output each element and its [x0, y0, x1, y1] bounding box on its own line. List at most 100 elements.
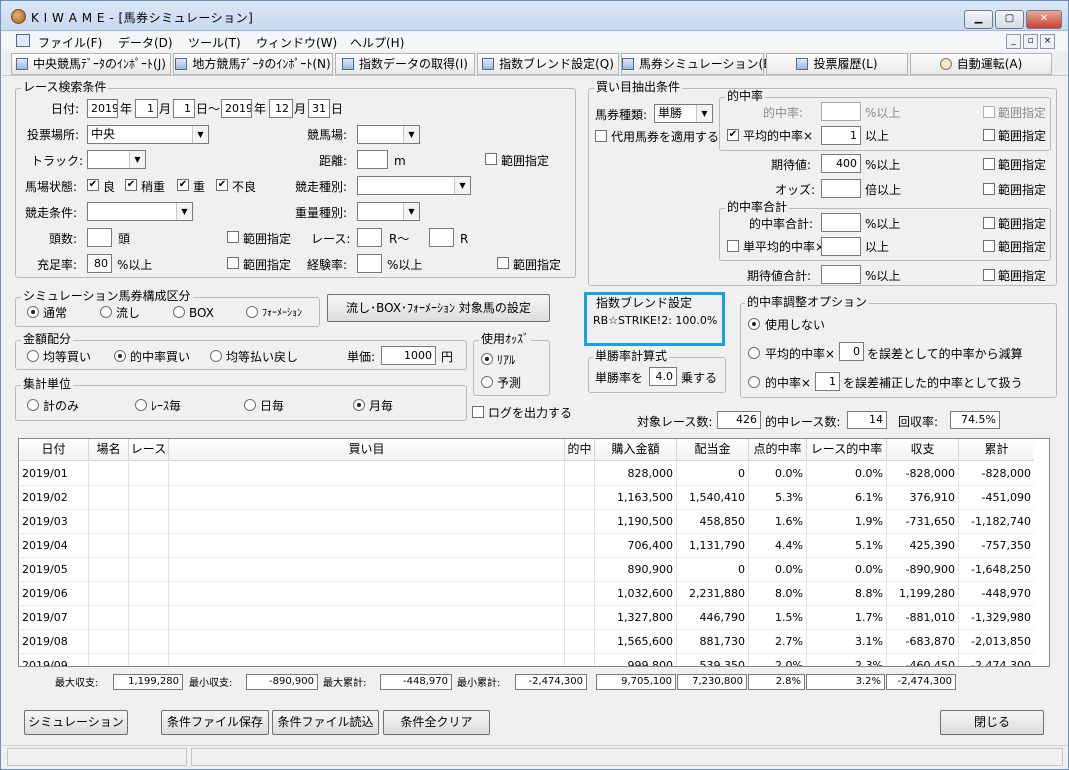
- table-row[interactable]: 2019/04 706,400 1,131,790 4.4% 5.1% 425,390 -7…: [19, 534, 1035, 558]
- mdi-restore-button[interactable]: ▫: [1023, 34, 1038, 49]
- adjust-correct-radio[interactable]: [748, 376, 760, 388]
- race-to-input[interactable]: [429, 228, 454, 247]
- table-row[interactable]: 2019/09 999,800 539,350 2.0% 2.3% -460,450 -2,…: [19, 654, 1035, 666]
- course-select[interactable]: ▼: [357, 125, 420, 144]
- avg-hit-checkbox[interactable]: ✔: [727, 129, 739, 141]
- minimize-button[interactable]: ▁: [964, 10, 993, 29]
- proxy-ticket-checkbox[interactable]: [595, 130, 607, 142]
- run-simulation-button[interactable]: シミュレーション: [24, 710, 128, 735]
- race-from-input[interactable]: [357, 228, 382, 247]
- header-date[interactable]: 日付: [19, 439, 89, 461]
- table-row[interactable]: 2019/06 1,032,600 2,231,880 8.0% 8.8% 1,199,2…: [19, 582, 1035, 606]
- results-table[interactable]: 日付 場名 レース 買い目 的中 購入金額 配当金 点的中率 レース的中率 収支…: [18, 438, 1050, 667]
- heads-input[interactable]: [87, 228, 112, 247]
- table-row[interactable]: 2019/03 1,190,500 458,850 1.6% 1.9% -731,650-…: [19, 510, 1035, 534]
- hit-sum-range-checkbox[interactable]: [983, 217, 995, 229]
- agg-race-radio[interactable]: [135, 399, 147, 411]
- close-window-button[interactable]: ✕: [1026, 10, 1062, 29]
- menu-tool[interactable]: ツール(T): [188, 34, 241, 51]
- cond-good-checkbox[interactable]: ✔: [87, 179, 99, 191]
- adjust-correct-input[interactable]: 1: [815, 372, 840, 391]
- cond-heavy-checkbox[interactable]: ✔: [177, 179, 189, 191]
- header-payout[interactable]: 配当金: [677, 439, 749, 461]
- expect-input[interactable]: 400: [821, 154, 861, 173]
- hit-rate-range-checkbox[interactable]: [983, 106, 995, 118]
- mdi-minimize-button[interactable]: _: [1006, 34, 1021, 49]
- race-type-select[interactable]: ▼: [357, 176, 471, 195]
- to-day-input[interactable]: 31: [308, 99, 330, 118]
- money-even-radio[interactable]: [27, 350, 39, 362]
- clear-conditions-button[interactable]: 条件全クリア: [383, 710, 490, 735]
- table-row[interactable]: 2019/08 1,565,600 881,730 2.7% 3.1% -683,870-…: [19, 630, 1035, 654]
- load-conditions-button[interactable]: 条件ファイル読込: [272, 710, 379, 735]
- agg-total-radio[interactable]: [27, 399, 39, 411]
- table-row[interactable]: 2019/01 828,000 0 0.0% 0.0% -828,000 -828,000: [19, 462, 1035, 486]
- exp-rate-input[interactable]: [357, 254, 382, 273]
- odds-predict-radio[interactable]: [481, 376, 493, 388]
- header-race[interactable]: レース: [129, 439, 169, 461]
- sim-box-radio[interactable]: [173, 306, 185, 318]
- maximize-button[interactable]: ▢: [995, 10, 1024, 29]
- header-hit[interactable]: 的中: [565, 439, 595, 461]
- from-day-input[interactable]: 1: [173, 99, 195, 118]
- expect-range-checkbox[interactable]: [983, 158, 995, 170]
- log-output-checkbox[interactable]: [472, 406, 484, 418]
- heads-range-checkbox[interactable]: [227, 231, 239, 243]
- header-balance[interactable]: 収支: [887, 439, 959, 461]
- adjust-none-radio[interactable]: [748, 318, 760, 330]
- adjust-subtract-radio[interactable]: [748, 347, 760, 359]
- blend-settings-button[interactable]: 指数ブレンド設定(Q): [477, 53, 619, 75]
- fetch-index-button[interactable]: 指数データの取得(I): [335, 53, 475, 75]
- save-conditions-button[interactable]: 条件ファイル保存: [161, 710, 269, 735]
- single-avg-input[interactable]: [821, 237, 861, 256]
- avg-hit-input[interactable]: 1: [821, 126, 861, 145]
- money-refund-radio[interactable]: [210, 350, 222, 362]
- odds-real-radio[interactable]: [481, 353, 493, 365]
- close-button[interactable]: 閉じる: [940, 710, 1044, 735]
- import-central-button[interactable]: 中央競馬ﾃﾞｰﾀのｲﾝﾎﾟｰﾄ(J): [11, 53, 171, 75]
- to-year-input[interactable]: 2019: [221, 99, 252, 118]
- mdi-child-icon[interactable]: [16, 34, 30, 47]
- venue-select[interactable]: 中央 ▼: [87, 125, 209, 144]
- odds-range-checkbox[interactable]: [983, 183, 995, 195]
- header-point-rate[interactable]: 点的中率: [749, 439, 807, 461]
- single-power-input[interactable]: 4.0: [649, 367, 677, 386]
- cond-bad-checkbox[interactable]: ✔: [216, 179, 228, 191]
- agg-month-radio[interactable]: [353, 399, 365, 411]
- avg-hit-range-checkbox[interactable]: [983, 129, 995, 141]
- table-row[interactable]: 2019/02 1,163,500 1,540,410 5.3% 6.1% 376,910…: [19, 486, 1035, 510]
- track-select[interactable]: ▼: [87, 150, 146, 169]
- auto-run-button[interactable]: 自動運転(A): [910, 53, 1052, 75]
- sim-normal-radio[interactable]: [27, 306, 39, 318]
- expect-sum-range-checkbox[interactable]: [983, 269, 995, 281]
- agg-day-radio[interactable]: [244, 399, 256, 411]
- menu-file[interactable]: ファイル(F): [38, 34, 102, 51]
- unit-price-input[interactable]: 1000: [381, 346, 436, 365]
- menu-help[interactable]: ヘルプ(H): [350, 34, 404, 51]
- header-purchase[interactable]: 購入金額: [595, 439, 677, 461]
- distance-range-checkbox[interactable]: [485, 153, 497, 165]
- to-month-input[interactable]: 12: [269, 99, 293, 118]
- table-row[interactable]: 2019/07 1,327,800 446,790 1.5% 1.7% -881,010-…: [19, 606, 1035, 630]
- race-cond-select[interactable]: ▼: [87, 202, 193, 221]
- distance-input[interactable]: [357, 150, 388, 169]
- mdi-close-button[interactable]: ×: [1040, 34, 1055, 49]
- fill-input[interactable]: 80: [87, 254, 112, 273]
- vote-history-button[interactable]: 投票履歴(L): [766, 53, 908, 75]
- single-avg-checkbox[interactable]: [727, 240, 739, 252]
- adjust-subtract-input[interactable]: 0: [839, 342, 864, 361]
- header-race-rate[interactable]: レース的中率: [807, 439, 887, 461]
- header-venue[interactable]: 場名: [89, 439, 129, 461]
- from-month-input[interactable]: 1: [135, 99, 158, 118]
- cond-slight-checkbox[interactable]: ✔: [125, 179, 137, 191]
- title-bar[interactable]: K I W A M E - [馬券シミュレーション] ▁ ▢ ✕: [1, 1, 1068, 31]
- table-scrollbar[interactable]: [1034, 439, 1049, 666]
- menu-data[interactable]: データ(D): [118, 34, 173, 51]
- weight-select[interactable]: ▼: [357, 202, 420, 221]
- target-horse-settings-button[interactable]: 流し･BOX･ﾌｫｰﾒｰｼｮﾝ 対象馬の設定: [327, 294, 550, 322]
- sim-formation-radio[interactable]: [246, 306, 258, 318]
- sim-nagashi-radio[interactable]: [100, 306, 112, 318]
- menu-window[interactable]: ウィンドウ(W): [256, 34, 337, 51]
- money-hitrate-radio[interactable]: [114, 350, 126, 362]
- single-avg-range-checkbox[interactable]: [983, 240, 995, 252]
